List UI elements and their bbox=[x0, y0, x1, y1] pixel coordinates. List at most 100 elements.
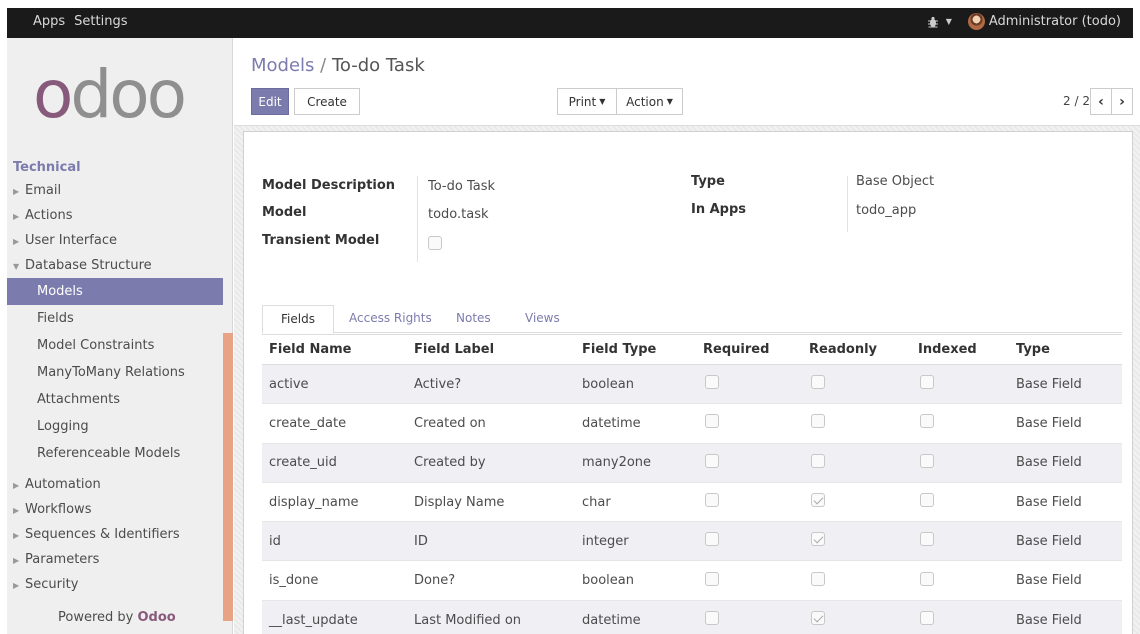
indexed-checkbox[interactable] bbox=[920, 571, 934, 586]
readonly-checkbox[interactable] bbox=[811, 571, 825, 586]
column-header[interactable]: Required bbox=[696, 334, 802, 365]
indexed-cell bbox=[911, 560, 1009, 601]
required-checkbox[interactable] bbox=[705, 453, 719, 468]
sidebar-item-attachments[interactable]: Attachments bbox=[7, 386, 223, 413]
sidebar-item-models[interactable]: Models bbox=[7, 278, 223, 305]
bug-icon[interactable] bbox=[922, 16, 944, 28]
required-cell bbox=[696, 403, 802, 444]
table-row[interactable]: create_uid Created by many2one Base Field bbox=[262, 442, 1122, 483]
powered-by-link[interactable]: Odoo bbox=[138, 610, 176, 625]
sidebar-item-security[interactable]: ▶ Security bbox=[7, 572, 223, 597]
in-apps-label: In Apps bbox=[691, 202, 747, 217]
type-cell: Base Field bbox=[1009, 560, 1122, 601]
indexed-checkbox[interactable] bbox=[920, 532, 934, 547]
sidebar-menu: Technical ▶ Email ▶ Actions ▶ User Interfac… bbox=[7, 160, 223, 597]
column-header[interactable]: Field Label bbox=[407, 334, 575, 365]
caret-right-icon: ▶ bbox=[13, 581, 20, 590]
table-row[interactable]: create_date Created on datetime Base Field bbox=[262, 403, 1122, 444]
indexed-checkbox[interactable] bbox=[920, 414, 934, 429]
readonly-checkbox[interactable] bbox=[811, 611, 825, 626]
odoo-logo[interactable]: odoo bbox=[33, 62, 187, 128]
sidebar-item-workflows[interactable]: ▶ Workflows bbox=[7, 497, 223, 522]
indexed-checkbox[interactable] bbox=[920, 375, 934, 390]
required-checkbox[interactable] bbox=[705, 532, 719, 547]
readonly-checkbox[interactable] bbox=[811, 375, 825, 390]
column-header[interactable]: Type bbox=[1009, 334, 1122, 365]
column-header[interactable]: Field Name bbox=[262, 334, 407, 365]
tab-views[interactable]: Views bbox=[525, 305, 560, 334]
chevron-left-icon: ‹ bbox=[1098, 93, 1104, 110]
form-sheet: Model Description To-do Task Model todo.… bbox=[243, 131, 1133, 634]
required-checkbox[interactable] bbox=[705, 375, 719, 390]
sidebar-item-model-constraints[interactable]: Model Constraints bbox=[7, 332, 223, 359]
chevron-down-icon: ▼ bbox=[599, 97, 606, 106]
field-name-cell: create_date bbox=[262, 403, 407, 444]
print-dropdown[interactable]: Print ▼ bbox=[557, 88, 616, 115]
field-type-cell: datetime bbox=[575, 403, 696, 444]
chevron-down-icon[interactable]: ▼ bbox=[946, 17, 952, 26]
type-label: Type bbox=[691, 174, 725, 189]
sidebar-item-user-interface[interactable]: ▶ User Interface bbox=[7, 228, 223, 253]
powered-by: Powered by Odoo bbox=[58, 610, 176, 625]
transient-model-checkbox[interactable] bbox=[428, 236, 442, 250]
readonly-checkbox[interactable] bbox=[811, 453, 825, 468]
table-row[interactable]: __last_update Last Modified on datetime Bas… bbox=[262, 599, 1122, 634]
required-checkbox[interactable] bbox=[705, 414, 719, 429]
caret-right-icon: ▶ bbox=[13, 187, 20, 196]
column-header[interactable]: Field Type bbox=[575, 334, 696, 365]
sidebar-item-logging[interactable]: Logging bbox=[7, 413, 223, 440]
sidebar-item-automation[interactable]: ▶ Automation bbox=[7, 472, 223, 497]
type-cell: Base Field bbox=[1009, 481, 1122, 522]
sidebar-item-actions[interactable]: ▶ Actions bbox=[7, 203, 223, 228]
sidebar-item-referenceable-models[interactable]: Referenceable Models bbox=[7, 440, 223, 467]
edit-button[interactable]: Edit bbox=[251, 88, 289, 115]
readonly-checkbox[interactable] bbox=[811, 493, 825, 508]
sidebar-item-fields[interactable]: Fields bbox=[7, 305, 223, 332]
indexed-checkbox[interactable] bbox=[920, 611, 934, 626]
sidebar-scrollbar[interactable] bbox=[223, 333, 233, 621]
sidebar-item-email[interactable]: ▶ Email bbox=[7, 178, 223, 203]
indexed-checkbox[interactable] bbox=[920, 453, 934, 468]
readonly-cell bbox=[802, 363, 911, 404]
sidebar-item-parameters[interactable]: ▶ Parameters bbox=[7, 547, 223, 572]
field-label-cell: Created on bbox=[407, 403, 575, 444]
pager-value[interactable]: 2 / 2 bbox=[1063, 94, 1090, 108]
chevron-right-icon: › bbox=[1119, 93, 1125, 110]
table-row[interactable]: id ID integer Base Field bbox=[262, 521, 1122, 561]
indexed-checkbox[interactable] bbox=[920, 493, 934, 508]
field-name-cell: display_name bbox=[262, 481, 407, 522]
type-cell: Base Field bbox=[1009, 363, 1122, 404]
table-row[interactable]: is_done Done? boolean Base Field bbox=[262, 560, 1122, 601]
next-button[interactable]: › bbox=[1111, 88, 1133, 115]
caret-right-icon: ▶ bbox=[13, 237, 20, 246]
column-header[interactable]: Readonly bbox=[802, 334, 911, 365]
required-checkbox[interactable] bbox=[705, 493, 719, 508]
readonly-checkbox[interactable] bbox=[811, 414, 825, 429]
required-checkbox[interactable] bbox=[705, 611, 719, 626]
field-name-cell: create_uid bbox=[262, 442, 407, 483]
breadcrumb-models[interactable]: Models bbox=[251, 55, 314, 76]
caret-right-icon: ▶ bbox=[13, 531, 20, 540]
create-button[interactable]: Create bbox=[294, 88, 360, 115]
user-name[interactable]: Administrator (todo) bbox=[989, 14, 1121, 29]
table-row[interactable]: active Active? boolean Base Field bbox=[262, 363, 1122, 404]
tab-access-rights[interactable]: Access Rights bbox=[349, 305, 432, 334]
menu-settings[interactable]: Settings bbox=[74, 14, 127, 29]
action-dropdown[interactable]: Action ▼ bbox=[616, 88, 683, 115]
menu-apps[interactable]: Apps bbox=[33, 14, 65, 29]
field-name-cell: __last_update bbox=[262, 599, 407, 634]
tab-notes[interactable]: Notes bbox=[456, 305, 491, 334]
caret-right-icon: ▶ bbox=[13, 212, 20, 221]
required-checkbox[interactable] bbox=[705, 571, 719, 586]
tab-fields[interactable]: Fields bbox=[262, 305, 334, 334]
caret-down-icon: ▼ bbox=[13, 262, 20, 271]
sidebar-item-sequences[interactable]: ▶ Sequences & Identifiers bbox=[7, 522, 223, 547]
type-cell: Base Field bbox=[1009, 403, 1122, 444]
table-row[interactable]: display_name Display Name char Base Field bbox=[262, 481, 1122, 522]
column-header[interactable]: Indexed bbox=[911, 334, 1009, 365]
sidebar-item-many2many-relations[interactable]: ManyToMany Relations bbox=[7, 359, 223, 386]
sidebar-item-database-structure[interactable]: ▼ Database Structure bbox=[7, 253, 223, 278]
avatar[interactable] bbox=[967, 13, 985, 30]
previous-button[interactable]: ‹ bbox=[1090, 88, 1111, 115]
readonly-checkbox[interactable] bbox=[811, 532, 825, 547]
